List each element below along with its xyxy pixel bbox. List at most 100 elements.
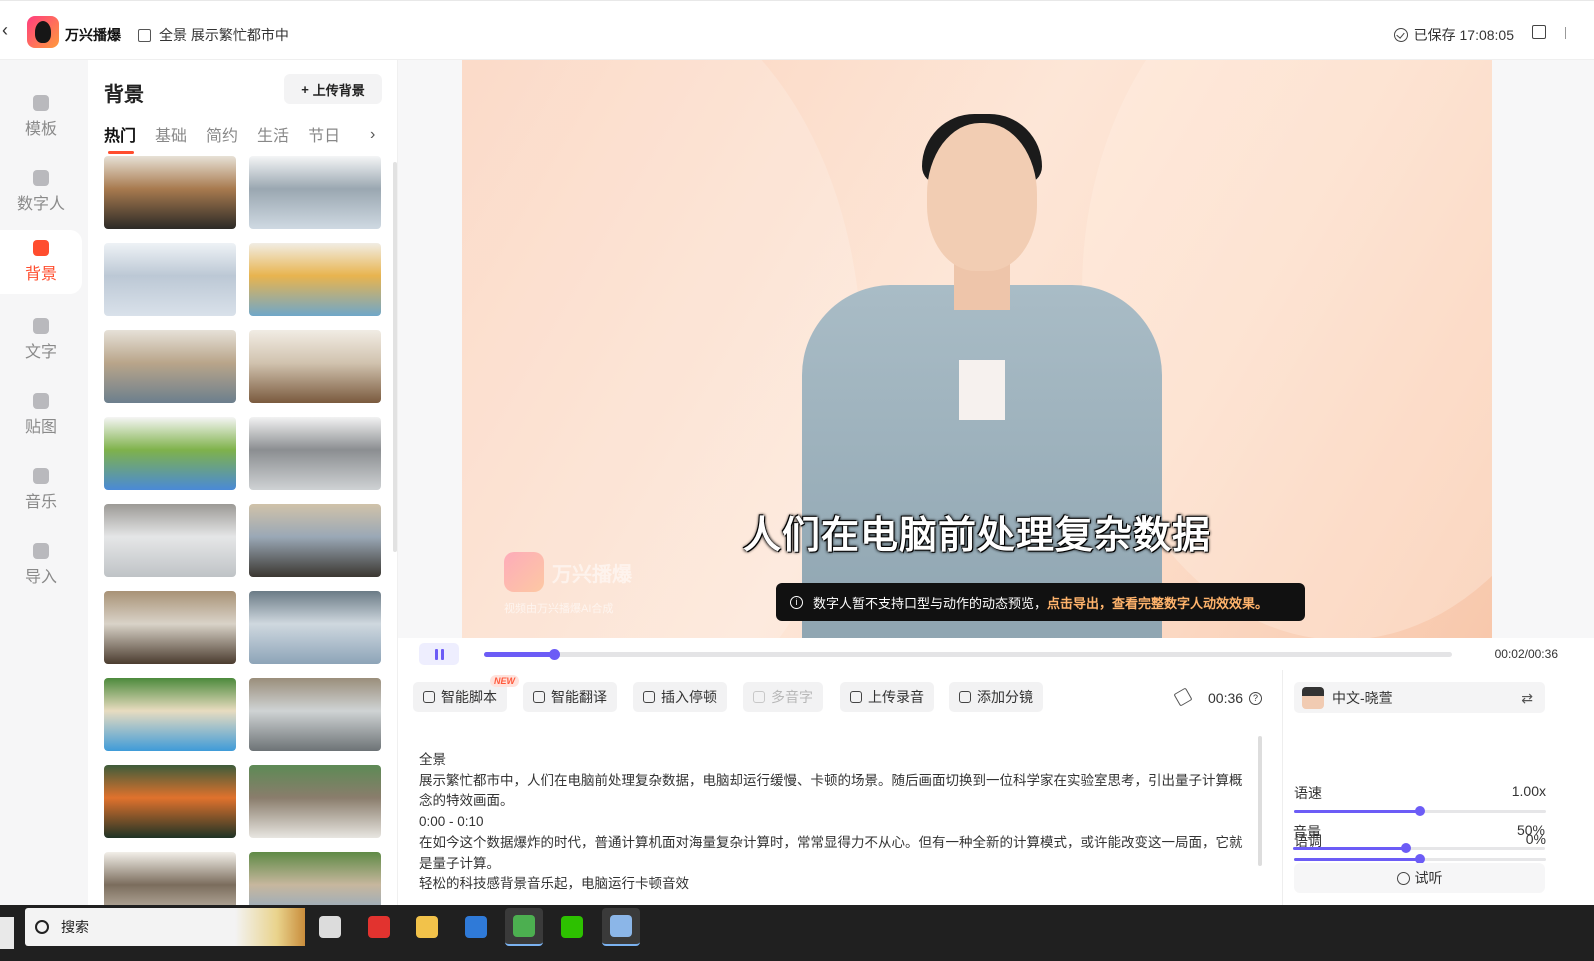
player-bar: 00:02/00:36 [398,638,1594,670]
background-thumbnail-glass-office[interactable] [249,591,381,664]
check-circle-icon [1393,28,1408,42]
taskbar-search[interactable]: 搜索 [25,908,305,946]
speed-slider[interactable]: 语速 1.00x [1294,783,1546,816]
preview-notice: i 数字人暂不支持口型与动作的动态预览，点击导出，查看完整数字人动效效果。 [776,583,1305,621]
category-tab[interactable]: 节日 [308,122,340,146]
script-text[interactable]: 全景 展示繁忙都市中，人们在电脑前处理复杂数据，电脑却运行缓慢、卡顿的场景。随后画… [419,750,1249,895]
taskbar-app-0[interactable] [311,908,349,946]
background-thumbnail-white-house[interactable] [104,417,236,490]
taskbar-app-3[interactable] [457,908,495,946]
playback-time: 00:02/00:36 [1494,647,1558,661]
panel-scrollbar[interactable] [393,162,397,552]
script-line[interactable]: 轻松的科技感背景音乐起，电脑运行卡顿音效 [419,874,1249,895]
video-preview[interactable]: 万兴播爆 视频由万兴播爆AI合成 人们在电脑前处理复杂数据 i 数字人暂不支持口… [462,60,1492,638]
volume-slider[interactable]: 音量 50% [1293,822,1545,853]
category-tab[interactable]: 生活 [257,122,289,146]
background-thumbnail-bright-office[interactable] [249,765,381,838]
pitch-track[interactable] [1294,854,1546,864]
music-icon [33,468,49,484]
taskbar-app-1[interactable] [360,908,398,946]
help-icon[interactable]: ? [1249,691,1263,705]
background-thumbnail-library-office[interactable] [104,591,236,664]
speed-track[interactable] [1294,806,1546,816]
script-line[interactable]: 展示繁忙都市中，人们在电脑前处理复杂数据，电脑却运行缓慢、卡顿的场景。随后画面切… [419,771,1249,812]
category-tabs: 热门 基础 简约 生活 节日 [104,122,340,154]
progress-handle[interactable] [548,649,560,660]
toolbar-button-label: 智能脚本 [441,689,497,705]
nav-item-label: 模板 [24,121,57,138]
project-title[interactable]: 全景 展示繁忙都市中 [138,25,289,45]
background-thumbnail-meeting-room[interactable] [249,678,381,751]
export-link[interactable]: 点击导出，查看完整数字人动效效果。 [1047,596,1268,611]
background-thumbnail-white-kitchen[interactable] [104,504,236,577]
upload-background-button[interactable]: + 上传背景 [284,74,382,104]
background-icon [33,240,49,256]
script-duration: 00:36 ? [1208,690,1263,706]
background-thumbnail-gym-hall[interactable] [104,156,236,229]
script-line[interactable]: 在如今这个数据爆炸的时代，普通计算机面对海量复杂计算时，常常显得力不从心。但有一… [419,833,1249,874]
text-icon [33,318,49,334]
category-tab[interactable]: 简约 [206,122,238,146]
nav-item-4[interactable]: 贴图 [0,383,82,447]
toolbar-button-4[interactable]: 上传录音 [840,682,934,712]
voice-selector[interactable]: 中文-晓萱 ⇄ [1294,682,1545,713]
background-thumbnail-tropical-beach[interactable] [104,678,236,751]
wechat-icon [561,916,583,938]
taskbar-app-6[interactable] [602,908,640,946]
taskbar-app-5[interactable] [553,908,591,946]
toolbar-button-0[interactable]: 智能脚本 NEW [413,675,519,712]
background-thumbnail-lake-living-room[interactable] [104,330,236,403]
speed-value: 1.00x [1511,783,1546,799]
toolbar-button-5[interactable]: 添加分镜 [949,682,1043,712]
header-divider [1565,27,1566,39]
script-icon [423,691,435,703]
back-arrow-icon[interactable]: ‹ [2,21,16,39]
try-listen-button[interactable]: 试听 [1294,863,1545,893]
volume-track[interactable] [1293,843,1545,853]
project-title-text[interactable]: 全景 展示繁忙都市中 [159,25,289,45]
taskbar-app-2[interactable] [408,908,446,946]
script-line[interactable]: 全景 [419,750,1249,771]
chrome-icon [513,915,535,937]
nav-item-3[interactable]: 文字 [0,308,82,372]
nav-item-6[interactable]: 导入 [0,533,82,597]
save-icon[interactable] [1532,25,1546,39]
voice-name: 中文-晓萱 [1332,689,1393,706]
toolbar-button-1[interactable]: 智能翻译 [523,682,617,712]
background-thumbnail-modern-kitchen[interactable] [249,417,381,490]
pause-icon [440,648,444,660]
script-line[interactable]: 0:00 - 0:10 [419,812,1249,833]
nav-item-1[interactable]: 数字人 [0,160,82,224]
toolbar-button-3[interactable]: 多音字 [743,682,823,712]
toolbar-button-label: 多音字 [771,689,813,705]
background-thumbnail-kids-classroom[interactable] [249,243,381,316]
nav-item-5[interactable]: 音乐 [0,458,82,522]
clear-format-icon[interactable] [1173,687,1193,707]
background-thumbnail-city-study[interactable] [249,504,381,577]
nav-item-0[interactable]: 模板 [0,85,82,149]
background-thumbnail-classroom[interactable] [249,156,381,229]
pause-button[interactable] [419,643,459,665]
toolbar-button-label: 智能翻译 [551,689,607,705]
category-tab[interactable]: 热门 [104,122,136,154]
swap-icon[interactable]: ⇄ [1521,690,1533,707]
editor-scrollbar[interactable] [1258,736,1262,866]
pause-icon [434,648,438,660]
category-tab[interactable]: 基础 [155,122,187,146]
digital-human-head [927,123,1037,271]
background-thumbnail-warm-living-room[interactable] [249,330,381,403]
edit-icon[interactable] [138,28,151,42]
main-area: 万兴播爆 视频由万兴播爆AI合成 人们在电脑前处理复杂数据 i 数字人暂不支持口… [398,60,1594,905]
translate-icon [533,691,545,703]
file-explorer-icon [416,916,438,938]
volume-handle[interactable] [1401,843,1412,853]
chevron-right-icon[interactable]: › [370,126,375,144]
background-thumbnail-computer-lab[interactable] [104,243,236,316]
toolbar-button-2[interactable]: 插入停顿 [633,682,727,712]
background-thumbnail-forest-camp[interactable] [104,765,236,838]
speed-handle[interactable] [1415,806,1425,816]
taskbar-app-4[interactable] [505,908,543,946]
progress-track[interactable] [484,649,1452,660]
windows-start-icon[interactable] [0,917,14,949]
nav-item-2[interactable]: 背景 [0,230,82,294]
